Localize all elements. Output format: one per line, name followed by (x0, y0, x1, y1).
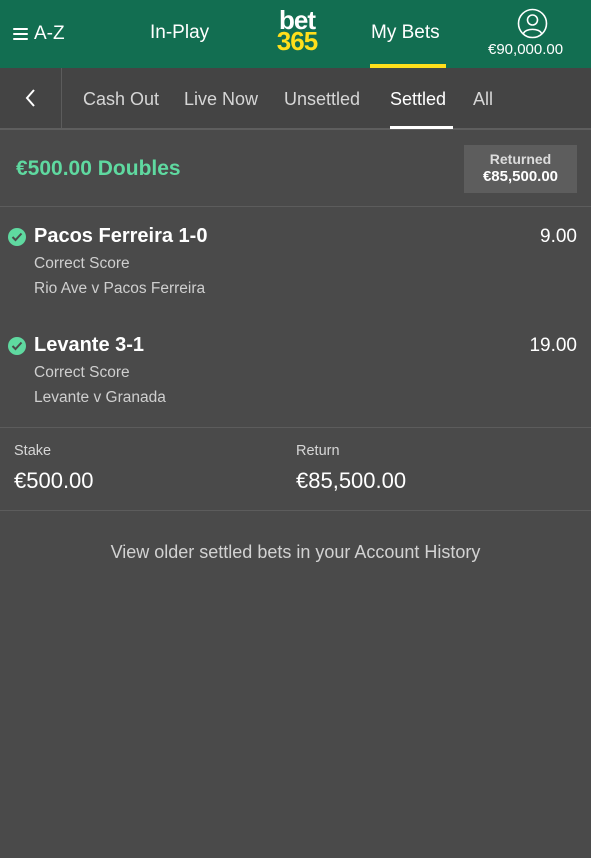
check-circle-icon (8, 228, 26, 246)
mybets-link[interactable]: My Bets (371, 22, 440, 44)
hamburger-icon (13, 28, 28, 40)
selection-name: Levante 3-1 (34, 334, 145, 356)
account-balance[interactable]: €90,000.00 (488, 41, 563, 58)
bet365-logo[interactable]: bet 365 (270, 7, 324, 56)
selection-event: Levante v Granada (34, 389, 166, 406)
return-label: Return (296, 443, 340, 459)
returned-amount: €85,500.00 (482, 168, 559, 185)
selection-market: Correct Score (34, 255, 130, 272)
account-history-link[interactable]: View older settled bets in your Account … (0, 542, 591, 563)
selection-odds: 9.00 (540, 226, 577, 247)
stake-return-summary: Stake €500.00 Return €85,500.00 (0, 427, 591, 511)
return-value: €85,500.00 (296, 468, 407, 493)
selection-name: Pacos Ferreira 1-0 (34, 225, 208, 247)
returned-badge: Returned €85,500.00 (464, 145, 577, 193)
stake-value: €500.00 (14, 468, 94, 493)
top-navigation-bar: A-Z In-Play bet 365 My Bets €90,000.00 (0, 0, 591, 68)
returned-label: Returned (489, 151, 552, 167)
bet-card-header[interactable]: €500.00 Doubles Returned €85,500.00 (0, 130, 591, 207)
logo-text-bottom: 365 (276, 26, 318, 56)
selection-item: Levante 3-1 19.00 Correct Score Levante … (0, 317, 591, 427)
bet-title: €500.00 Doubles (16, 157, 181, 180)
tab-live-now[interactable]: Live Now (184, 89, 258, 110)
tab-all[interactable]: All (473, 89, 493, 110)
selection-event: Rio Ave v Pacos Ferreira (34, 280, 206, 297)
selection-odds: 19.00 (529, 335, 577, 356)
tab-unsettled[interactable]: Unsettled (284, 89, 360, 110)
chevron-left-icon (25, 89, 35, 107)
selection-market: Correct Score (34, 364, 130, 381)
stake-label: Stake (14, 443, 52, 459)
check-circle-icon (8, 337, 26, 355)
user-circle-icon[interactable] (517, 8, 548, 39)
inplay-link[interactable]: In-Play (150, 22, 209, 44)
tab-cash-out[interactable]: Cash Out (83, 89, 159, 110)
selection-item: Pacos Ferreira 1-0 9.00 Correct Score Ri… (0, 207, 591, 317)
tab-settled[interactable]: Settled (390, 89, 446, 110)
back-button[interactable] (0, 68, 62, 128)
az-menu-button[interactable]: A-Z (13, 22, 65, 46)
settled-active-indicator (390, 126, 453, 129)
az-menu-label: A-Z (34, 23, 65, 44)
mybets-tabs-bar: Cash Out Live Now Unsettled Settled All (0, 68, 591, 130)
